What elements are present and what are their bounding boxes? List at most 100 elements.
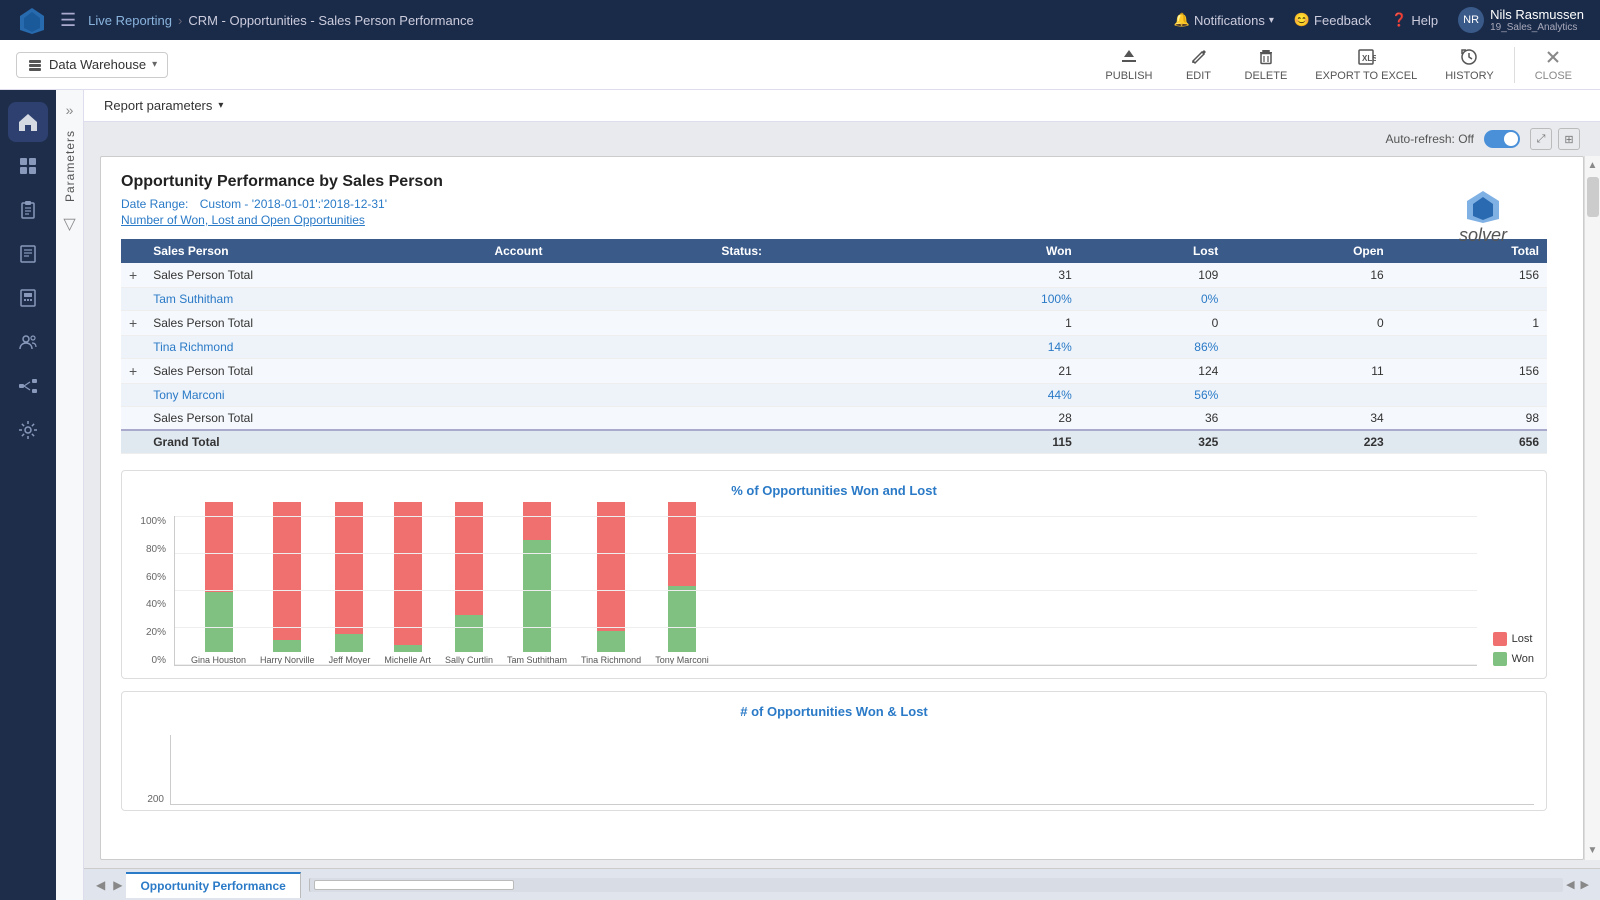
- report-params-label: Report parameters: [104, 98, 212, 113]
- grand-expand: [121, 430, 145, 454]
- tab-opportunity-performance[interactable]: Opportunity Performance: [126, 872, 300, 898]
- chart1-y-axis: 100% 80% 60% 40% 20% 0%: [134, 516, 174, 666]
- person-name[interactable]: Tina Richmond: [145, 336, 486, 359]
- app-logo: [16, 4, 48, 36]
- bottom-scroll-left[interactable]: ◀: [1563, 878, 1577, 891]
- lost-cell: 124: [1080, 359, 1227, 384]
- main-layout: » Parameters ▽ Report parameters ▾ Auto-…: [0, 90, 1600, 900]
- won-cell: 28: [914, 407, 1080, 431]
- expand-cell[interactable]: +: [121, 311, 145, 336]
- bell-icon: 🔔: [1174, 12, 1190, 28]
- bar-label: Sally Curtlin: [445, 655, 493, 665]
- delete-button[interactable]: DELETE: [1233, 43, 1300, 86]
- person-open: [1226, 288, 1391, 311]
- sidebar-item-clipboard[interactable]: [8, 190, 48, 230]
- help-label: Help: [1411, 13, 1438, 28]
- chart1-legend: Lost Won: [1477, 632, 1534, 666]
- grand-total: 656: [1392, 430, 1547, 454]
- sidebar-item-dashboard[interactable]: [8, 146, 48, 186]
- export-button[interactable]: XLS EXPORT TO EXCEL: [1303, 43, 1429, 86]
- total-cell: 1: [1392, 311, 1547, 336]
- col-lost: Lost: [1080, 239, 1227, 263]
- report-params-button[interactable]: Report parameters ▾: [104, 98, 223, 113]
- breadcrumb-home[interactable]: Live Reporting: [88, 13, 172, 28]
- export-icon: XLS: [1356, 47, 1376, 67]
- won-cell: 31: [914, 263, 1080, 288]
- auto-refresh-toggle[interactable]: [1484, 130, 1520, 148]
- bar-lost: [394, 502, 422, 645]
- edit-button[interactable]: EDIT: [1169, 43, 1229, 86]
- bottom-scroll-thumb[interactable]: [314, 880, 514, 890]
- scroll-up-arrow[interactable]: ▲: [1584, 156, 1600, 175]
- bar-group: Jeff Moyer: [329, 502, 371, 665]
- data-table: Sales Person Account Status: Won Lost Op…: [121, 239, 1547, 454]
- bar-won: [455, 615, 483, 653]
- won-cell: 21: [914, 359, 1080, 384]
- grand-label: Grand Total: [145, 430, 914, 454]
- expand-icon[interactable]: ⤢: [1530, 128, 1552, 150]
- feedback-label: Feedback: [1314, 13, 1371, 28]
- table-row: Tina Richmond 14% 86%: [121, 336, 1547, 359]
- chart2-plot: [170, 735, 1534, 805]
- report-subtitle-link[interactable]: Number of Won, Lost and Open Opportuniti…: [121, 213, 1547, 227]
- scroll-thumb[interactable]: [1587, 177, 1599, 217]
- params-label: Parameters: [63, 130, 77, 202]
- auto-refresh-icons: ⤢ ⊞: [1530, 128, 1580, 150]
- table-row: Tam Suthitham 100% 0%: [121, 288, 1547, 311]
- tab-prev-arrow[interactable]: ◀: [92, 878, 109, 892]
- params-chevron[interactable]: »: [62, 98, 78, 122]
- sidebar-item-users[interactable]: [8, 322, 48, 362]
- person-open: [1226, 384, 1391, 407]
- sidebar-item-integration[interactable]: [8, 366, 48, 406]
- toolbar-left: Data Warehouse ▾: [16, 52, 168, 78]
- publish-button[interactable]: PUBLISH: [1093, 43, 1164, 86]
- grid-icon[interactable]: ⊞: [1558, 128, 1580, 150]
- person-open: [1226, 336, 1391, 359]
- sidebar-item-calculator[interactable]: [8, 278, 48, 318]
- open-cell: 16: [1226, 263, 1391, 288]
- sidebar-item-report[interactable]: [8, 234, 48, 274]
- close-button[interactable]: CLOSE: [1523, 43, 1584, 86]
- subtotal-label: Sales Person Total: [145, 407, 914, 431]
- expand-cell[interactable]: +: [121, 263, 145, 288]
- legend-won: Won: [1493, 652, 1534, 666]
- nav-left: ☰ Live Reporting › CRM - Opportunities -…: [16, 4, 474, 36]
- help-link[interactable]: ❓ Help: [1391, 12, 1438, 28]
- person-account: [486, 384, 713, 407]
- solver-mark: [1463, 189, 1503, 225]
- filter-icon[interactable]: ▽: [63, 214, 75, 234]
- person-won-pct: 100%: [914, 288, 1080, 311]
- person-name[interactable]: Tony Marconi: [145, 384, 486, 407]
- bar-lost: [335, 502, 363, 634]
- date-range-label: Date Range:: [121, 197, 188, 211]
- auto-refresh-label: Auto-refresh: Off: [1386, 132, 1474, 146]
- report-container: Opportunity Performance by Sales Person …: [100, 156, 1584, 860]
- bar-group: Harry Norville: [260, 502, 315, 665]
- bar-label: Tina Richmond: [581, 655, 641, 665]
- person-lost-pct: 86%: [1080, 336, 1227, 359]
- report-params-chevron: ▾: [218, 100, 223, 111]
- subtotal-label: Sales Person Total: [145, 311, 914, 336]
- hamburger-icon[interactable]: ☰: [60, 10, 76, 31]
- notifications-link[interactable]: 🔔 Notifications ▾: [1174, 12, 1274, 28]
- sidebar-item-home[interactable]: [8, 102, 48, 142]
- grand-total-row: Grand Total 115 325 223 656: [121, 430, 1547, 454]
- person-name[interactable]: Tam Suthitham: [145, 288, 486, 311]
- history-button[interactable]: HISTORY: [1433, 43, 1506, 86]
- breadcrumb-separator: ›: [178, 13, 182, 28]
- bottom-scroll-right[interactable]: ▶: [1578, 878, 1592, 891]
- history-icon: [1459, 47, 1479, 67]
- tab-next-arrow[interactable]: ▶: [109, 878, 126, 892]
- toggle-track[interactable]: [1484, 130, 1520, 148]
- sidebar-item-settings[interactable]: [8, 410, 48, 450]
- expand-cell[interactable]: +: [121, 359, 145, 384]
- bar-label: Jeff Moyer: [329, 655, 371, 665]
- feedback-link[interactable]: 😊 Feedback: [1294, 12, 1371, 28]
- breadcrumb: Live Reporting › CRM - Opportunities - S…: [88, 13, 474, 28]
- expand-cell[interactable]: [121, 407, 145, 431]
- bar-stack: [455, 502, 483, 652]
- chart1-container: % of Opportunities Won and Lost 100% 80%…: [121, 470, 1547, 679]
- db-selector[interactable]: Data Warehouse ▾: [16, 52, 168, 78]
- toolbar: Data Warehouse ▾ PUBLISH EDIT: [0, 40, 1600, 90]
- scroll-down-arrow[interactable]: ▼: [1584, 841, 1600, 860]
